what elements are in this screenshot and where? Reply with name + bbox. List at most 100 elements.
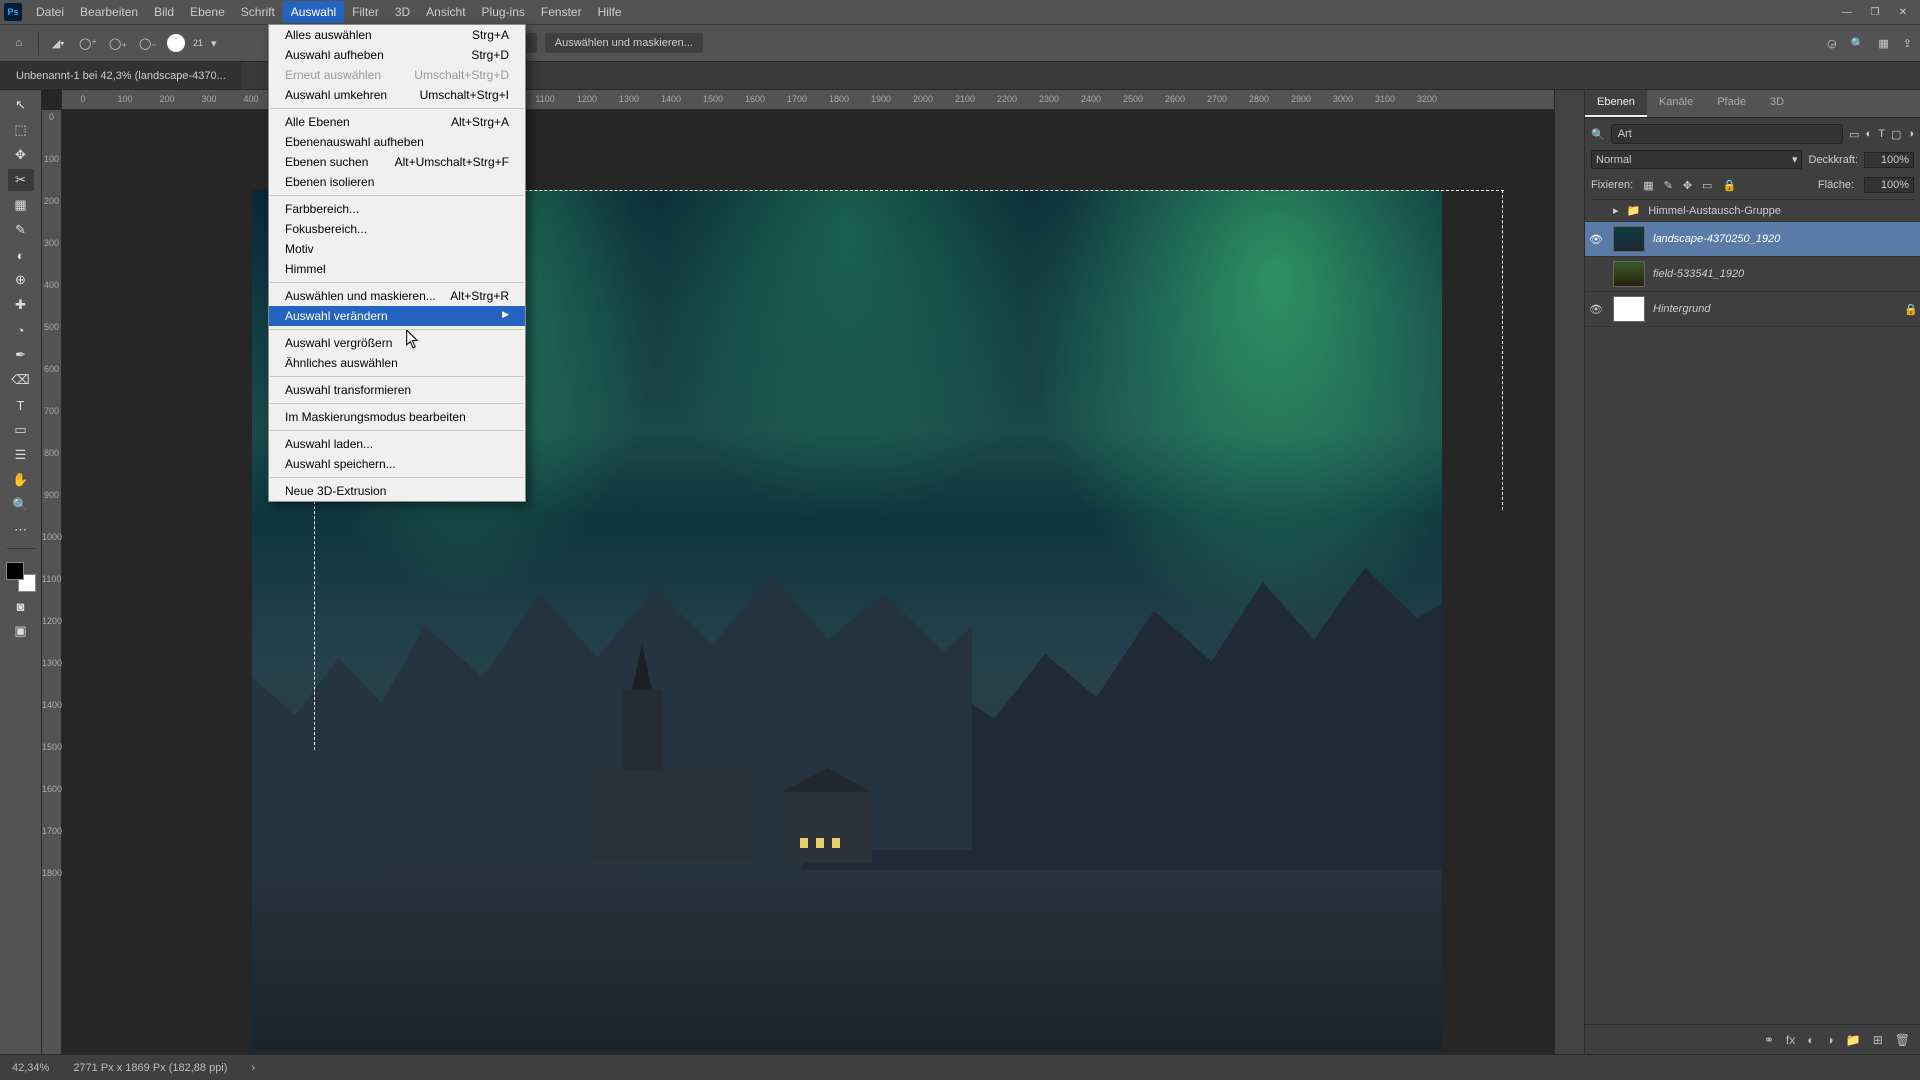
link-layers-icon[interactable]: ⚭ (1764, 1033, 1774, 1047)
document-info[interactable]: 2771 Px x 1869 Px (182,88 ppi) (73, 1062, 227, 1074)
layer-row[interactable]: ▸📁Himmel-Austausch-Gruppe (1585, 200, 1920, 222)
menu-item[interactable]: Alles auswählenStrg+A (269, 25, 525, 45)
layer-row[interactable]: field-533541_1920 (1585, 257, 1920, 292)
layer-name[interactable]: landscape-4370250_1920 (1653, 233, 1918, 245)
menu-bild[interactable]: Bild (146, 1, 182, 23)
home-icon[interactable]: ⌂ (8, 32, 30, 54)
workspace-icon[interactable]: ▦ (1878, 37, 1888, 50)
tool-5[interactable]: ✎ (8, 219, 34, 241)
lock-position-icon[interactable]: ✥ (1683, 179, 1692, 192)
panel-tab-ebenen[interactable]: Ebenen (1585, 90, 1647, 117)
document-tab[interactable]: Unbenannt-1 bei 42,3% (landscape-4370... (0, 62, 242, 89)
menu-item[interactable]: Motiv (269, 239, 525, 259)
lock-icon[interactable]: 🔒 (1722, 179, 1736, 192)
group-icon[interactable]: 📁 (1846, 1033, 1861, 1047)
menu-item[interactable]: Auswahl transformieren (269, 380, 525, 400)
panel-tab-3d[interactable]: 3D (1758, 90, 1796, 117)
brush-swatch[interactable] (167, 34, 185, 52)
menu-item[interactable]: Auswahl vergrößern (269, 333, 525, 353)
blend-mode-select[interactable]: Normal▾ (1591, 150, 1802, 169)
menu-item[interactable]: Farbbereich... (269, 199, 525, 219)
tool-0[interactable]: ↖ (8, 94, 34, 116)
menu-item[interactable]: Fokusbereich... (269, 219, 525, 239)
lock-pixels-icon[interactable]: ✎ (1664, 179, 1673, 192)
menu-item[interactable]: Ebenen isolieren (269, 172, 525, 192)
opt-button-2[interactable]: Auswählen und maskieren... (545, 33, 703, 53)
tool-14[interactable]: ☰ (8, 444, 34, 466)
new-layer-icon[interactable]: ⊞ (1873, 1033, 1883, 1047)
menu-item[interactable]: Neue 3D-Extrusion (269, 481, 525, 501)
window-maximize[interactable]: ❐ (1862, 2, 1888, 22)
fill-input[interactable]: 100% (1864, 177, 1914, 193)
menu-item[interactable]: Ebenen suchenAlt+Umschalt+Strg+F (269, 152, 525, 172)
tool-7[interactable]: ⊕ (8, 269, 34, 291)
search-icon[interactable]: 🔍 (1851, 37, 1865, 50)
tool-12[interactable]: T (8, 394, 34, 416)
menu-item[interactable]: Auswahl verändern▶ (269, 306, 525, 326)
layer-search-input[interactable]: Art (1611, 124, 1843, 144)
tool-2[interactable]: ✥ (8, 144, 34, 166)
filter-pixel-icon[interactable]: ▭ (1849, 128, 1859, 141)
menu-bearbeiten[interactable]: Bearbeiten (72, 1, 146, 23)
opacity-input[interactable]: 100% (1864, 152, 1914, 168)
quickmask-icon[interactable]: ◙ (8, 595, 34, 617)
tool-17[interactable]: ⋯ (8, 519, 34, 541)
zoom-level[interactable]: 42,34% (12, 1062, 49, 1074)
dropdown-icon[interactable]: ▾ (211, 37, 217, 50)
tool-15[interactable]: ✋ (8, 469, 34, 491)
menu-plug-ins[interactable]: Plug-ins (474, 1, 533, 23)
tool-9[interactable]: ◔ (8, 319, 34, 341)
filter-adjust-icon[interactable]: ◐ (1866, 128, 1873, 140)
quick-select-new-icon[interactable]: ◯⁺ (77, 32, 99, 54)
layer-row[interactable]: 👁 landscape-4370250_1920 (1585, 222, 1920, 257)
menu-item[interactable]: Ebenenauswahl aufheben (269, 132, 525, 152)
lock-all-icon[interactable]: ▦ (1643, 179, 1653, 192)
menu-ebene[interactable]: Ebene (182, 1, 233, 23)
menu-schrift[interactable]: Schrift (233, 1, 283, 23)
tool-11[interactable]: ⌫ (8, 369, 34, 391)
quick-select-sub-icon[interactable]: ◯₋ (137, 32, 159, 54)
tool-16[interactable]: 🔍 (8, 494, 34, 516)
window-close[interactable]: ✕ (1890, 2, 1916, 22)
tool-6[interactable]: ◐ (8, 244, 34, 266)
menu-item[interactable]: Himmel (269, 259, 525, 279)
tool-preset-icon[interactable]: ◢▾ (47, 32, 69, 54)
panel-tab-kanäle[interactable]: Kanäle (1647, 90, 1705, 117)
layer-name[interactable]: field-533541_1920 (1653, 268, 1918, 280)
menu-item[interactable]: Alle EbenenAlt+Strg+A (269, 112, 525, 132)
layer-thumbnail[interactable] (1613, 226, 1645, 252)
lock-artboard-icon[interactable]: ▭ (1702, 179, 1712, 192)
menu-fenster[interactable]: Fenster (533, 1, 590, 23)
filter-type-icon[interactable]: T (1878, 128, 1885, 140)
menu-auswahl[interactable]: Auswahl (283, 1, 344, 23)
filter-shape-icon[interactable]: ▢ (1891, 128, 1901, 141)
cloud-icon[interactable]: ◶ (1827, 37, 1837, 50)
tool-13[interactable]: ▭ (8, 419, 34, 441)
menu-item[interactable]: Im Maskierungsmodus bearbeiten (269, 407, 525, 427)
menu-datei[interactable]: Datei (28, 1, 72, 23)
visibility-icon[interactable]: 👁 (1587, 233, 1605, 246)
panel-tab-pfade[interactable]: Pfade (1705, 90, 1758, 117)
menu-ansicht[interactable]: Ansicht (418, 1, 473, 23)
adjustment-icon[interactable]: ◑ (1827, 1033, 1834, 1047)
layer-row[interactable]: 👁Hintergrund🔒 (1585, 292, 1920, 327)
layer-name[interactable]: Hintergrund (1653, 303, 1896, 315)
visibility-icon[interactable]: 👁 (1587, 303, 1605, 316)
chevron-right-icon[interactable]: ▸ (1613, 204, 1619, 217)
window-minimize[interactable]: — (1834, 2, 1860, 22)
menu-item[interactable]: Auswahl aufhebenStrg+D (269, 45, 525, 65)
menu-filter[interactable]: Filter (344, 1, 387, 23)
fx-icon[interactable]: fx (1786, 1033, 1795, 1047)
filter-smart-icon[interactable]: ◑ (1907, 128, 1914, 140)
layer-thumbnail[interactable] (1613, 261, 1645, 287)
tool-4[interactable]: ▦ (8, 194, 34, 216)
layer-name[interactable]: Himmel-Austausch-Gruppe (1648, 205, 1918, 217)
menu-item[interactable]: Ähnliches auswählen (269, 353, 525, 373)
menu-item[interactable]: Auswählen und maskieren...Alt+Strg+R (269, 286, 525, 306)
tool-8[interactable]: ✚ (8, 294, 34, 316)
delete-layer-icon[interactable]: 🗑 (1895, 1033, 1910, 1047)
menu-item[interactable]: Auswahl laden... (269, 434, 525, 454)
menu-3d[interactable]: 3D (387, 1, 418, 23)
screenmode-icon[interactable]: ▣ (8, 620, 34, 642)
layer-thumbnail[interactable] (1613, 296, 1645, 322)
